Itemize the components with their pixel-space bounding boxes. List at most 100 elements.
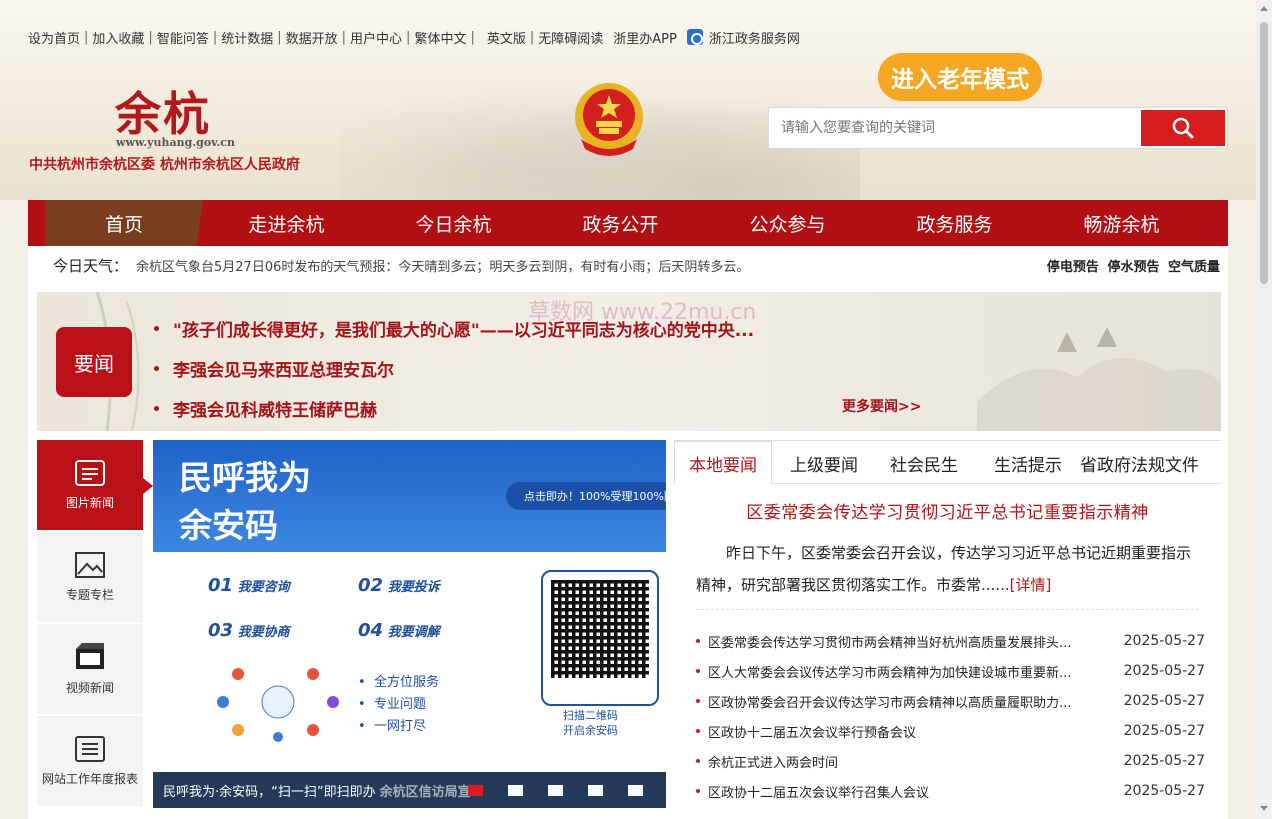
headline-item[interactable]: 李强会见马来西亚总理安瓦尔 [154,356,394,381]
set-homepage-link[interactable]: 设为首页 [28,28,80,47]
bullet-icon [154,326,159,331]
weather-forecast[interactable]: 余杭区气象台5月27日06时发布的天气预报：今天晴到多云；明天多云到阴，有时有小… [136,256,749,275]
elder-mode-button[interactable]: 进入老年模式 [878,53,1042,101]
tab-photo-news[interactable]: 图片新闻 [37,440,143,530]
news-list: 区委常委会传达学习贯彻市两会精神当好杭州高质量发展排头... 2025-05-27… [674,626,1221,806]
service-complaint: 02 我要投诉 [358,575,440,596]
bullet-icon [696,729,700,733]
report-icon [75,735,105,762]
more-headlines-link[interactable]: 更多要闻>> [842,396,921,416]
organization-name: 中共杭州市余杭区委 杭州市余杭区人民政府 [29,157,300,173]
nav-gov-services[interactable]: 政务服务 [871,200,1038,246]
zheliban-app-link[interactable]: 浙里办APP [613,28,677,47]
tab-local-news[interactable]: 本地要闻 [674,441,772,485]
scrollbar-thumb[interactable] [1260,22,1268,284]
service-consult: 01 我要咨询 [208,575,290,596]
search-input[interactable] [769,108,1139,148]
headline-news-tag: 要闻 [56,327,132,397]
main-nav: 首页 走进余杭 今日余杭 政务公开 公众参与 政务服务 畅游余杭 [28,200,1228,246]
carousel-dot[interactable] [548,785,563,796]
details-link[interactable]: [详情] [1010,576,1052,594]
search-icon [1172,117,1194,139]
photo-news-carousel[interactable]: 民呼我为 余安码 点击即办！100%受理100%回 01 我要咨询 02 我要投… [153,440,666,808]
notice-links: 停电预告 停水预告 空气质量 [1043,256,1220,275]
zhejiang-gov-link[interactable]: 浙江政务服务网 [709,28,800,47]
carousel-dots [468,785,666,796]
service-negotiate: 03 我要协商 [208,620,290,641]
page-scrollbar[interactable] [1256,0,1272,819]
photo-news-icon [75,459,105,486]
nav-public-participation[interactable]: 公众参与 [704,200,871,246]
weather-bar: 今日天气： 余杭区气象台5月27日06时发布的天气预报：今天晴到多云；明天多云到… [28,246,1228,284]
list-item[interactable]: 区人大常委会会议传达学习市两会精神为加快建设城市重要新... 2025-05-27 [696,656,1205,686]
smart-qa-link[interactable]: 智能问答 [157,28,209,47]
search-box [768,107,1228,149]
english-link[interactable]: 英文版 [487,28,526,47]
carousel-dot[interactable] [468,785,483,796]
tab-livelihood[interactable]: 社会民生 [876,441,972,485]
search-button[interactable] [1141,110,1225,146]
accessibility-link[interactable]: 无障碍阅读 [538,28,603,47]
statistics-link[interactable]: 统计数据 [221,28,273,47]
headline-item[interactable]: 李强会见科威特王储萨巴赫 [154,396,377,421]
nav-home[interactable]: 首页 [45,200,203,246]
news-tabs: 本地要闻 上级要闻 社会民生 生活提示 省政府法规文件 [674,440,1221,485]
bullet-icon [696,699,700,703]
list-item[interactable]: 区政协常委会召开会议传达学习市两会精神以高质量履职助力... 2025-05-27 [696,686,1205,716]
banner-slogan: 点击即办！100%受理100%回 [506,482,666,510]
nav-travel-yuhang[interactable]: 畅游余杭 [1038,200,1205,246]
list-item[interactable]: 区政协十二届五次会议举行召集人会议 2025-05-27 [696,776,1205,806]
bullet-icon [154,406,159,411]
list-item[interactable]: 区政协十二届五次会议举行预备会议 2025-05-27 [696,716,1205,746]
tab-video-news[interactable]: 视频新闻 [37,624,143,714]
add-favorite-link[interactable]: 加入收藏 [92,28,144,47]
power-outage-link[interactable]: 停电预告 [1047,260,1099,275]
video-icon [76,642,104,669]
tab-life-tips[interactable]: 生活提示 [980,441,1076,485]
banner-title: 民呼我为 余安码 [179,458,311,545]
carousel-dot[interactable] [628,785,643,796]
qr-code-icon [551,580,649,678]
zhejiang-gov-icon [686,29,703,45]
tab-superior-news[interactable]: 上级要闻 [776,441,872,485]
bullet-icon [696,789,700,793]
user-center-link[interactable]: 用户中心 [350,28,402,47]
featured-headline[interactable]: 区委常委会传达学习贯彻习近平总书记重要指示精神 [674,498,1221,523]
service-network-diagram [217,668,339,742]
banner-feature-list: • 全方位服务 • 专业问题 • 一网打尽 [358,675,439,734]
bullet-icon [696,669,700,673]
nav-today-yuhang[interactable]: 今日余杭 [370,200,537,246]
news-panel: 本地要闻 上级要闻 社会民生 生活提示 省政府法规文件 区委常委会传达学习贯彻习… [674,440,1221,819]
site-logo[interactable]: 余杭 [115,78,211,144]
scroll-up-icon[interactable] [1260,6,1268,11]
carousel-dot[interactable] [508,785,523,796]
open-data-link[interactable]: 数据开放 [286,28,338,47]
nav-about-yuhang[interactable]: 走进余杭 [203,200,370,246]
traditional-chinese-link[interactable]: 繁体中文 [414,28,466,47]
carousel-dot[interactable] [588,785,603,796]
qr-code-frame [541,570,659,706]
weather-label: 今日天气： [53,256,129,275]
service-mediate: 04 我要调解 [358,620,440,641]
active-tab-arrow-icon [143,478,153,494]
site-logo-url: www.yuhang.gov.cn [116,136,236,149]
headline-item[interactable]: "孩子们成长得更好，是我们最大的心愿"——以习近平同志为核心的党中央... [154,316,754,341]
nav-gov-affairs[interactable]: 政务公开 [537,200,704,246]
tab-special-column[interactable]: 专题专栏 [37,532,143,622]
water-outage-link[interactable]: 停水预告 [1107,260,1159,275]
air-quality-link[interactable]: 空气质量 [1168,260,1220,275]
image-icon [75,551,105,578]
qr-caption: 扫描二维码 开启余安码 [563,709,618,737]
list-item[interactable]: 区委常委会传达学习贯彻市两会精神当好杭州高质量发展排头... 2025-05-27 [696,626,1205,656]
featured-summary: 昨日下午，区委常委会召开会议，传达学习习近平总书记近期重要指示精神，研究部署我区… [696,537,1199,610]
tab-annual-report[interactable]: 网站工作年度报表 [37,716,143,806]
tab-provincial-regulations[interactable]: 省政府法规文件 [1076,441,1203,485]
media-side-tabs: 图片新闻 专题专栏 视频新闻 网站工作年度报表 [37,440,143,808]
scroll-down-icon[interactable] [1260,806,1268,811]
top-utility-bar: 设为首页 | 加入收藏 | 智能问答 | 统计数据 | 数据开放 | 用户中心 | 繁体中文… [28,28,800,47]
list-item[interactable]: 余杭正式进入两会时间 2025-05-27 [696,746,1205,776]
national-emblem-icon [575,83,643,156]
bullet-icon [696,639,700,643]
bullet-icon [154,366,159,371]
bullet-icon [696,759,700,763]
